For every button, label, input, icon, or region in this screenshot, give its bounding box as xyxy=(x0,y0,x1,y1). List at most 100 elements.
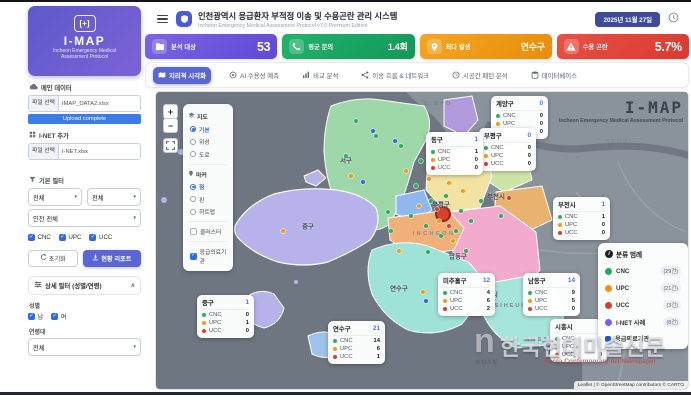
radio-icon[interactable] xyxy=(190,209,196,215)
upload-status: Upload complete xyxy=(28,114,141,124)
tab-geo[interactable]: 지리적 시각화 xyxy=(153,67,211,84)
tab-compare[interactable]: 비교 분석 xyxy=(297,67,343,84)
case-marker[interactable] xyxy=(409,214,414,219)
case-marker[interactable] xyxy=(399,144,404,149)
case-marker[interactable] xyxy=(447,181,452,186)
case-marker[interactable] xyxy=(427,177,432,182)
case-marker[interactable] xyxy=(421,290,426,295)
district-row-upc: UPC6 xyxy=(443,298,490,304)
map-type-option-기본[interactable]: 기본 xyxy=(190,125,228,134)
gender-checkbox-row: ✓남 ✓여 xyxy=(28,312,141,321)
marker-type-option-점[interactable]: 점 xyxy=(190,182,228,191)
map-canvas[interactable]: + − 지도기본위성도로마커점핀히트맵클러스터✓응급의료기관 I-MAP Inc… xyxy=(155,91,689,390)
emergency-toggle[interactable]: ✓응급의료기관 xyxy=(190,247,228,265)
cluster-toggle[interactable]: 클러스터 xyxy=(190,227,228,236)
checkbox-label: 클러스터 xyxy=(200,227,221,236)
case-marker[interactable] xyxy=(393,139,398,144)
case-marker[interactable] xyxy=(469,219,474,224)
case-marker[interactable] xyxy=(361,180,366,185)
radio-icon[interactable] xyxy=(190,184,196,190)
zoom-in-button[interactable]: + xyxy=(163,104,178,119)
map-type-option-위성[interactable]: 위성 xyxy=(190,137,228,146)
case-marker[interactable] xyxy=(507,196,512,201)
case-marker[interactable] xyxy=(419,159,424,164)
tab-db[interactable]: 데이터베이스 xyxy=(526,67,582,84)
main-data-file-input[interactable]: 파일 선택 IMAP_DATA2.xlsx xyxy=(28,95,141,112)
checkbox-icon[interactable]: ✓ xyxy=(28,234,35,241)
radio-icon[interactable] xyxy=(190,196,196,202)
case-marker[interactable] xyxy=(451,239,456,244)
sidebar: [+] I-MAP Incheon Emergency Medical Asse… xyxy=(28,6,141,390)
case-marker[interactable] xyxy=(414,184,419,189)
map-type-option-도로[interactable]: 도로 xyxy=(190,150,228,159)
checkbox-icon[interactable]: ✓ xyxy=(89,234,96,241)
case-marker[interactable] xyxy=(437,219,442,224)
case-marker[interactable] xyxy=(389,229,394,234)
file-select-button[interactable]: 파일 선택 xyxy=(29,96,59,111)
checkbox-icon[interactable] xyxy=(190,228,197,235)
radio-icon[interactable] xyxy=(190,151,196,157)
menu-icon[interactable] xyxy=(157,13,168,26)
stat-value: 53 xyxy=(257,40,270,54)
file-select-button[interactable]: 파일 선택 xyxy=(29,144,59,159)
checkbox-icon[interactable]: ✓ xyxy=(28,313,35,320)
radio-icon[interactable] xyxy=(190,126,196,132)
case-marker[interactable] xyxy=(386,210,391,215)
map-label-연수구: 연수구 xyxy=(390,284,408,293)
class-checkbox-CNC[interactable]: ✓CNC xyxy=(28,234,51,241)
maptab-icon xyxy=(158,71,166,79)
date-badge[interactable]: 2025년 11월 27일 xyxy=(595,12,660,27)
gender-checkbox-남[interactable]: ✓남 xyxy=(28,312,43,321)
district-name: 미추홀구 xyxy=(443,276,467,285)
class-checkbox-UCC[interactable]: ✓UCC xyxy=(89,234,112,241)
case-marker[interactable] xyxy=(444,194,449,199)
district-card-부평구: 부평구0CNC0UPC0UCC0 xyxy=(479,128,536,171)
case-marker[interactable] xyxy=(374,134,379,139)
tab-ai[interactable]: AI 수용성 예측 xyxy=(224,67,284,84)
filter-select-b[interactable]: 전체▾ xyxy=(87,188,141,206)
district-row-cnc: CNC9 xyxy=(528,290,575,296)
class-checkbox-UPC[interactable]: ✓UPC xyxy=(59,234,82,241)
map-watermark: I-MAP Incheon Emergency Medical Assessme… xyxy=(559,98,683,124)
clock-icon[interactable] xyxy=(668,10,679,28)
gender-checkbox-여[interactable]: ✓여 xyxy=(51,312,66,321)
row-value: 0 xyxy=(246,312,249,318)
case-marker[interactable] xyxy=(479,199,484,204)
age-select[interactable]: 전체▾ xyxy=(28,338,141,356)
reset-button[interactable]: 초기화 xyxy=(28,250,78,267)
inet-file-input[interactable]: 파일 선택 I-NET.xlsx xyxy=(28,143,141,160)
app-logo-title: I-MAP xyxy=(28,34,141,48)
fullscreen-button[interactable] xyxy=(163,138,178,153)
detail-filter-header[interactable]: 상세 필터 (성별/연령) ∧ xyxy=(28,276,141,295)
basic-filter-section-label: 기본 필터 xyxy=(29,176,141,185)
case-marker[interactable] xyxy=(417,204,422,209)
checkbox-icon[interactable]: ✓ xyxy=(59,234,66,241)
district-row-cnc: CNC0 xyxy=(484,145,531,151)
checkbox-icon[interactable]: ✓ xyxy=(51,313,58,320)
case-marker[interactable] xyxy=(349,174,354,179)
case-marker[interactable] xyxy=(499,214,504,219)
case-marker[interactable] xyxy=(354,119,359,124)
case-marker[interactable] xyxy=(397,249,402,254)
radio-icon[interactable] xyxy=(190,139,196,145)
marker-type-option-히트맵[interactable]: 히트맵 xyxy=(190,207,228,216)
case-marker[interactable] xyxy=(281,229,286,234)
tab-pattern[interactable]: 시공간 패턴 분석 xyxy=(447,67,513,84)
case-marker[interactable] xyxy=(424,224,429,229)
case-marker[interactable] xyxy=(426,250,431,255)
checkbox-icon[interactable]: ✓ xyxy=(190,253,197,260)
case-marker[interactable] xyxy=(447,224,452,229)
region-select[interactable]: 인천 전체▾ xyxy=(28,209,141,227)
case-marker[interactable] xyxy=(459,209,464,214)
case-marker[interactable] xyxy=(371,129,376,134)
zoom-out-button[interactable]: − xyxy=(163,118,178,133)
case-marker[interactable] xyxy=(461,189,466,194)
case-marker[interactable] xyxy=(404,169,409,174)
chevron-up-icon[interactable]: ∧ xyxy=(131,282,135,289)
case-marker[interactable] xyxy=(424,299,429,304)
report-button[interactable]: 현황 리포트 xyxy=(83,250,141,267)
marker-type-option-핀[interactable]: 핀 xyxy=(190,195,228,204)
legend-I-NET 사례-icon xyxy=(605,319,612,326)
tab-flow[interactable]: 이송 흐름 & 네트워크 xyxy=(356,67,434,84)
filter-select-a[interactable]: 전체▾ xyxy=(28,188,82,206)
